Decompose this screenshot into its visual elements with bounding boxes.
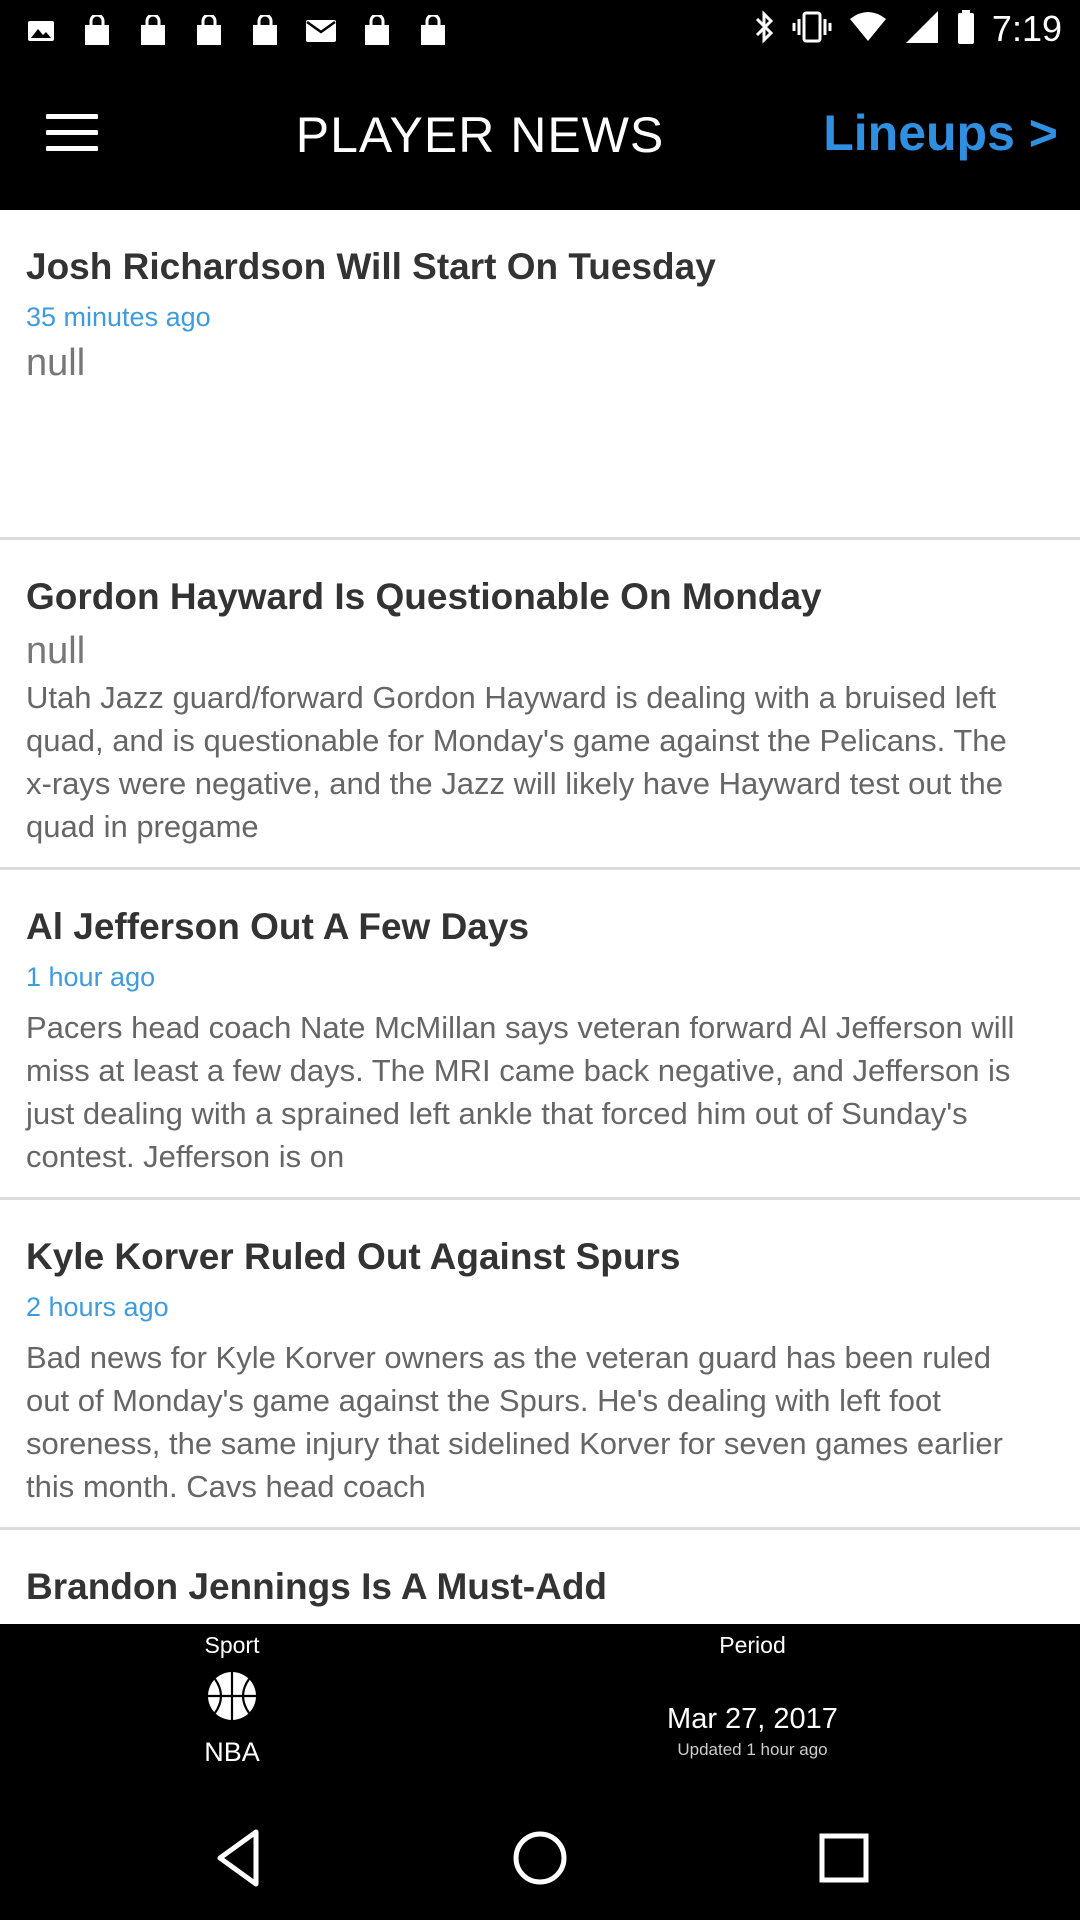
- news-item[interactable]: Gordon Hayward Is Questionable On Monday…: [0, 540, 1080, 870]
- image-icon: [24, 14, 58, 48]
- back-triangle-icon[interactable]: [200, 1818, 280, 1898]
- news-title: Al Jefferson Out A Few Days: [26, 906, 530, 947]
- status-time: 7:19: [991, 8, 1062, 49]
- bag-icon: [80, 14, 114, 48]
- period-updated: Updated 1 hour ago: [677, 1740, 828, 1759]
- news-title: Brandon Jennings Is A Must-Add: [26, 1566, 608, 1607]
- sport-label: Sport: [204, 1632, 260, 1658]
- news-item[interactable]: Brandon Jennings Is A Must-Add: [0, 1530, 1080, 1624]
- news-title: Kyle Korver Ruled Out Against Spurs: [26, 1236, 681, 1277]
- news-time: 2 hours ago: [26, 1292, 169, 1322]
- bag-icon: [136, 14, 170, 48]
- page-title: PLAYER NEWS: [295, 107, 665, 163]
- system-indicators: 7:19: [752, 8, 1062, 50]
- lineups-link[interactable]: Lineups >: [823, 104, 1058, 162]
- home-circle-icon[interactable]: [500, 1818, 580, 1898]
- news-null-text: null: [26, 342, 86, 384]
- signal-icon: [904, 9, 940, 50]
- system-nav-bar: [0, 1790, 1080, 1920]
- news-title: Gordon Hayward Is Questionable On Monday: [26, 576, 822, 617]
- status-bar: 7:19: [0, 0, 1080, 64]
- period-selector[interactable]: Period Mar 27, 2017 Updated 1 hour ago: [600, 1632, 905, 1760]
- sport-value: NBA: [204, 1737, 260, 1767]
- app-bar: PLAYER NEWS Lineups >: [0, 64, 1080, 210]
- news-title: Josh Richardson Will Start On Tuesday: [26, 246, 716, 287]
- news-item[interactable]: Kyle Korver Ruled Out Against Spurs 2 ho…: [0, 1200, 1080, 1530]
- period-label: Period: [719, 1632, 786, 1658]
- wifi-icon: [848, 9, 888, 50]
- bag-icon: [416, 14, 450, 48]
- news-item[interactable]: Al Jefferson Out A Few Days 1 hour ago P…: [0, 870, 1080, 1200]
- news-body: Utah Jazz guard/forward Gordon Hayward i…: [26, 680, 1007, 844]
- news-time: 1 hour ago: [26, 962, 156, 992]
- news-null-text: null: [26, 630, 86, 672]
- news-list[interactable]: Josh Richardson Will Start On Tuesday 35…: [0, 210, 1080, 1624]
- notification-icons: [24, 14, 450, 48]
- recents-square-icon[interactable]: [804, 1818, 884, 1898]
- news-body: Bad news for Kyle Korver owners as the v…: [26, 1340, 1003, 1504]
- bag-icon: [192, 14, 226, 48]
- bag-icon: [360, 14, 394, 48]
- sport-selector[interactable]: Sport NBA: [132, 1632, 332, 1768]
- news-item[interactable]: Josh Richardson Will Start On Tuesday 35…: [0, 210, 1080, 540]
- vibrate-icon: [792, 9, 832, 50]
- period-date: Mar 27, 2017: [667, 1703, 838, 1735]
- battery-icon: [956, 9, 976, 50]
- bag-icon: [248, 14, 282, 48]
- news-time: 35 minutes ago: [26, 302, 211, 332]
- basketball-icon: [208, 1672, 256, 1720]
- mail-icon: [304, 14, 338, 48]
- filter-panel: Sport NBA Period Mar 27, 2017 Updated 1 …: [0, 1624, 1080, 1790]
- bluetooth-icon: [752, 9, 776, 50]
- news-body: Pacers head coach Nate McMillan says vet…: [26, 1010, 1015, 1174]
